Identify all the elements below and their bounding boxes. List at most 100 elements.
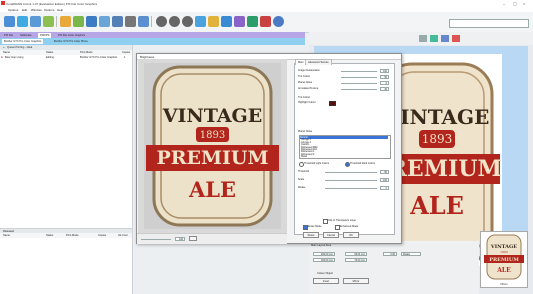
col-mode[interactable]: Print Mode bbox=[66, 234, 79, 237]
tab-mode-photo[interactable]: Brother GTX Pro Color Photo bbox=[52, 39, 90, 44]
layers-icon[interactable] bbox=[221, 16, 232, 27]
threshold-value[interactable]: 50 bbox=[380, 170, 389, 174]
invert-button[interactable]: Invert bbox=[313, 278, 339, 284]
cut-icon[interactable] bbox=[86, 16, 97, 27]
table-row[interactable]: ■ Beer Hop Living Editing Brother GTX Pr… bbox=[0, 55, 132, 60]
toolbar-separator bbox=[56, 16, 57, 27]
list-item[interactable]: Metal bbox=[301, 155, 307, 158]
grid-icon[interactable] bbox=[430, 35, 438, 42]
row-status: Editing bbox=[46, 56, 54, 59]
copy-icon[interactable] bbox=[99, 16, 110, 27]
save-icon[interactable] bbox=[30, 16, 41, 27]
y-field[interactable]: 70.00 mm bbox=[345, 258, 367, 262]
mirror-button[interactable]: Mirror bbox=[343, 278, 369, 284]
menu-item[interactable]: Help bbox=[57, 8, 63, 12]
col-status[interactable]: Status bbox=[46, 51, 53, 54]
col-mode[interactable]: Print Mode bbox=[80, 51, 93, 54]
tab-mode-graphics[interactable]: Brother GTX Pro Color Graphics bbox=[2, 39, 44, 44]
col-name[interactable]: Name bbox=[3, 234, 10, 237]
tint-colour-slider[interactable] bbox=[341, 77, 377, 78]
cancel-button[interactable]: Cancel bbox=[323, 232, 339, 238]
page-thumbnail[interactable]: VINTAGE 1893 PREMIUM ALE Main bbox=[480, 231, 528, 288]
preview-premium: PREMIUM bbox=[156, 147, 268, 169]
menu-item[interactable]: Options bbox=[44, 8, 54, 12]
preview-year: 1893 bbox=[200, 130, 225, 141]
layout-icon[interactable] bbox=[419, 35, 427, 42]
scale-value[interactable]: 100 bbox=[380, 178, 389, 182]
dialog-preview[interactable]: VINTAGE 1893 PREMIUM ALE bbox=[138, 59, 287, 233]
row-name: Beer Hop Living bbox=[5, 56, 24, 59]
annotated-texture-slider[interactable] bbox=[341, 89, 377, 90]
planet-noise-value[interactable]: 0 bbox=[380, 81, 389, 85]
minimize-icon[interactable]: – bbox=[503, 1, 505, 6]
zoom-slider[interactable] bbox=[141, 239, 171, 240]
tab-pdf[interactable]: PDF/PS bbox=[38, 32, 52, 38]
color-icon[interactable] bbox=[208, 16, 219, 27]
released-columns: Name Status Print Mode Copies Ink Cost bbox=[0, 233, 132, 238]
reset-button[interactable]: Reset bbox=[303, 232, 319, 238]
settings-icon[interactable] bbox=[247, 16, 258, 27]
paste-icon[interactable] bbox=[112, 16, 123, 27]
threshold-slider[interactable] bbox=[325, 172, 377, 173]
rotate-icon[interactable] bbox=[195, 16, 206, 27]
annotated-texture-value[interactable]: 40 bbox=[380, 87, 389, 91]
image-desaturation-label: Image Desaturation bbox=[298, 69, 320, 72]
highlight-colour-label: Highlight Colour bbox=[298, 101, 316, 104]
tint-colour-value[interactable]: 50 bbox=[380, 75, 389, 79]
thumb-premium: PREMIUM bbox=[489, 257, 519, 263]
search-input[interactable] bbox=[449, 19, 529, 28]
menu-item[interactable]: Options bbox=[8, 8, 18, 12]
close-icon[interactable]: × bbox=[523, 1, 525, 6]
col-status[interactable]: Status bbox=[46, 234, 53, 237]
highlight-colour-swatch[interactable] bbox=[329, 101, 336, 106]
scale-label: Scale bbox=[298, 178, 305, 181]
tab-sublimate[interactable]: Sublimate bbox=[18, 33, 34, 38]
zoom-fit-icon[interactable] bbox=[182, 16, 193, 27]
col-name[interactable]: Name bbox=[3, 51, 10, 54]
align-icon[interactable] bbox=[125, 16, 136, 27]
tab-pix-file[interactable]: PIX File bbox=[2, 33, 15, 38]
scale-slider[interactable] bbox=[325, 180, 377, 181]
zoom-out-icon[interactable] bbox=[169, 16, 180, 27]
rotate-select[interactable]: Rotate bbox=[401, 252, 421, 256]
snap-icon[interactable] bbox=[441, 35, 449, 42]
planet-noise-slider[interactable] bbox=[341, 83, 377, 84]
tab-advanced-texture[interactable]: Advanced Texture bbox=[305, 59, 332, 65]
tint-colour-label-2: Tint Colour bbox=[298, 96, 311, 99]
export-icon[interactable] bbox=[73, 16, 84, 27]
col-ink-cost[interactable]: Ink Cost bbox=[118, 234, 128, 237]
help-icon[interactable] bbox=[273, 16, 284, 27]
effects-icon[interactable] bbox=[234, 16, 245, 27]
maximize-icon[interactable]: ▢ bbox=[513, 1, 517, 6]
rotate-slider[interactable] bbox=[325, 188, 377, 189]
texture-list[interactable]: Normal Grunge 1 Grunge 2 Custom Distress… bbox=[299, 135, 391, 159]
object-properties: Main Layout Area 200.00 mm 66.04 mm 200.… bbox=[309, 241, 479, 294]
cancel-icon[interactable] bbox=[260, 16, 271, 27]
list-item[interactable]: Normal bbox=[300, 136, 388, 139]
width-field[interactable]: 200.00 mm bbox=[313, 252, 335, 256]
rotate-value[interactable]: 0 bbox=[380, 186, 389, 190]
zoom-field[interactable]: 100 bbox=[175, 237, 185, 241]
menu-item[interactable]: Window bbox=[31, 8, 42, 12]
zoom-in-icon[interactable] bbox=[156, 16, 167, 27]
row-copies: 1 bbox=[124, 56, 126, 59]
col-copies[interactable]: Copies bbox=[122, 51, 130, 54]
open-icon[interactable] bbox=[17, 16, 28, 27]
x-field[interactable]: 200.00 mm bbox=[313, 258, 335, 262]
ok-button[interactable]: OK bbox=[343, 232, 359, 238]
image-desaturation-value[interactable]: 100 bbox=[380, 69, 389, 73]
queue-panel: ● Queue Printing - Ideal Name Status Pri… bbox=[0, 45, 133, 294]
tab-color-graphics[interactable]: PIX File Color Graphics bbox=[56, 33, 87, 38]
height-field[interactable]: 66.04 mm bbox=[345, 252, 367, 256]
menu-item[interactable]: Edit bbox=[22, 8, 27, 12]
angle-field[interactable]: 0.00 bbox=[383, 252, 397, 256]
image-desaturation-slider[interactable] bbox=[341, 71, 377, 72]
new-icon[interactable] bbox=[4, 16, 15, 27]
arrange-icon[interactable] bbox=[138, 16, 149, 27]
zoom-fit-button[interactable] bbox=[189, 236, 197, 241]
dialog-title: Brightness bbox=[140, 54, 155, 59]
import-icon[interactable] bbox=[60, 16, 71, 27]
col-copies[interactable]: Copies bbox=[98, 234, 106, 237]
guides-icon[interactable] bbox=[452, 35, 460, 42]
print-icon[interactable] bbox=[43, 16, 54, 27]
